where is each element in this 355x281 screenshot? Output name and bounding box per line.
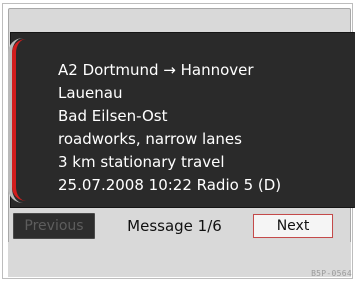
next-button[interactable]: Next xyxy=(252,213,334,239)
traffic-source: 25.07.2008 10:22 Radio 5 (D) xyxy=(58,176,282,194)
message-counter: Message 1/6 xyxy=(127,217,222,235)
traffic-route: A2 Dortmund → Hannover xyxy=(58,61,254,79)
screen-left-accent-inner xyxy=(12,39,26,201)
traffic-event: roadworks, narrow lanes xyxy=(58,130,242,148)
figure-code: B5P-0564 xyxy=(311,269,352,278)
previous-button[interactable]: Previous xyxy=(13,213,95,239)
device-bottom-area xyxy=(8,242,351,277)
traffic-extent: 3 km stationary travel xyxy=(58,153,225,171)
traffic-to-location: Bad Eilsen-Ost xyxy=(58,107,168,125)
traffic-from-location: Lauenau xyxy=(58,84,123,102)
